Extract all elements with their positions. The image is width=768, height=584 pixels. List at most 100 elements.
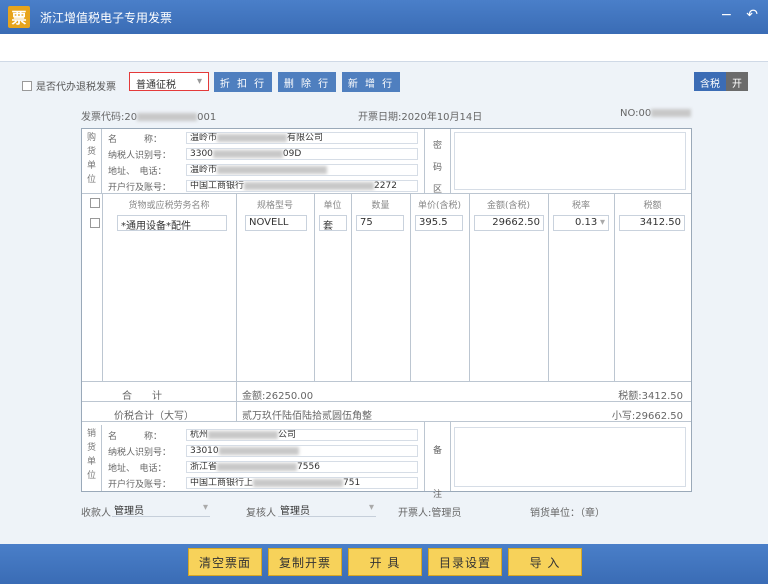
remarks-textarea[interactable]	[454, 427, 686, 487]
col-qty: 数量	[371, 201, 390, 211]
checkbox-icon[interactable]	[90, 198, 100, 208]
buyer-bank-a: 中国工商银行	[190, 181, 245, 191]
discount-row-button[interactable]: 折 扣 行	[214, 72, 272, 92]
item-price-input[interactable]: 395.5	[415, 215, 463, 231]
blank-band	[0, 34, 768, 62]
invoice-number: NO:00	[620, 108, 692, 119]
row-checkbox[interactable]	[90, 218, 100, 231]
redacted	[651, 109, 692, 117]
grand-total-small: 小写:29662.50	[611, 411, 683, 422]
col-unit: 单位	[323, 201, 342, 211]
buyer-bank-b: 2272	[374, 181, 397, 191]
cipher-area-label: 密 码 区	[433, 135, 442, 201]
app-title: 浙江增值税电子专用发票	[40, 10, 173, 25]
buyer-char: 单	[86, 161, 96, 171]
invoice-type-select[interactable]: 普通征税 ▾	[129, 72, 209, 91]
seller-char: 单	[86, 457, 96, 467]
seller-side-label: 销 货 单 位	[82, 425, 102, 491]
payee-label: 收款人	[81, 508, 111, 519]
buyer-taxid-b: 09D	[282, 149, 302, 159]
redacted	[253, 478, 344, 487]
total-amount: 金额:26250.00	[242, 391, 314, 402]
issue-button[interactable]: 开 具	[348, 548, 422, 576]
tax-included-label: 含税	[694, 72, 726, 91]
item-amount-input[interactable]: 29662.50	[474, 215, 544, 231]
grand-total-label: 价税合计（大写）	[114, 411, 194, 422]
seller-address-field[interactable]: 浙江省 7556	[186, 461, 418, 473]
delete-row-button[interactable]: 删 除 行	[278, 72, 336, 92]
proxy-refund-label: 是否代办退税发票	[36, 82, 116, 93]
back-icon[interactable]: ↶	[746, 7, 758, 23]
item-rate-select[interactable]: 0.13 ▾	[553, 215, 609, 231]
seller-unit-label: 销货单位：（章）	[530, 508, 605, 519]
col-rate: 税率	[571, 201, 590, 211]
issue-date: 开票日期:2020年10月14日	[358, 112, 483, 123]
invoice-number-label: NO:00	[620, 108, 652, 119]
chevron-down-icon: ▾	[196, 76, 202, 87]
seller-name-field[interactable]: 杭州 公司	[186, 429, 418, 441]
redacted	[217, 133, 288, 142]
buyer-char: 位	[86, 175, 96, 185]
buyer-taxid-field[interactable]: 3300 09D	[186, 148, 418, 160]
buyer-taxid-a: 3300	[190, 149, 213, 159]
buyer-name-b: 有限公司	[287, 133, 324, 143]
add-row-button[interactable]: 新 增 行	[342, 72, 400, 92]
buyer-address-field[interactable]: 温岭市	[186, 164, 418, 176]
redacted	[208, 430, 279, 439]
buyer-name-label: 名 称：	[108, 135, 163, 145]
select-all-checkbox[interactable]	[90, 198, 100, 211]
seller-taxid-a: 33010	[190, 446, 219, 456]
issuer-label: 开票人:管理员	[398, 508, 462, 519]
seller-char: 货	[86, 443, 96, 453]
cipher-area	[454, 132, 686, 190]
seller-char: 位	[86, 471, 96, 481]
seller-address-label: 地址、 电话：	[108, 464, 167, 474]
chevron-down-icon: ▾	[599, 217, 605, 228]
redacted	[212, 149, 283, 158]
buyer-char: 货	[86, 147, 96, 157]
item-rate-value: 0.13	[575, 217, 598, 228]
item-name-input[interactable]: *通用设备*配件	[117, 215, 227, 232]
seller-taxid-field[interactable]: 33010	[186, 445, 418, 457]
reviewer-value: 管理员	[280, 506, 310, 517]
item-unit-input[interactable]: 套	[319, 215, 347, 232]
copy-issue-button[interactable]: 复制开票	[268, 548, 342, 576]
payee-select[interactable]: 管理员 ▾	[112, 502, 210, 517]
proxy-refund-checkbox[interactable]: 是否代办退税发票	[22, 78, 116, 93]
buyer-taxid-label: 纳税人识别号：	[108, 151, 172, 161]
seller-bank-b: 751	[343, 478, 361, 488]
invoice-code-label: 发票代码:20	[81, 112, 138, 123]
catalog-settings-button[interactable]: 目录设置	[428, 548, 502, 576]
redacted	[218, 446, 299, 455]
seller-char: 销	[86, 429, 96, 439]
checkbox-icon[interactable]	[22, 80, 32, 91]
minimize-icon[interactable]: −	[721, 7, 733, 23]
buyer-address-a: 温岭市	[190, 165, 218, 175]
reviewer-select[interactable]: 管理员 ▾	[278, 502, 376, 517]
clear-button[interactable]: 清空票面	[188, 548, 262, 576]
item-spec-input[interactable]: NOVELL	[245, 215, 307, 231]
invoice-code-tail: 001	[197, 112, 217, 123]
seller-bank-field[interactable]: 中国工商银行上 751	[186, 477, 418, 489]
buyer-name-field[interactable]: 温岭市 有限公司	[186, 132, 418, 144]
tax-included-state[interactable]: 开	[726, 72, 748, 91]
invoice-type-value: 普通征税	[136, 80, 176, 91]
seller-bank-label: 开户行及账号：	[108, 480, 172, 490]
chevron-down-icon: ▾	[202, 502, 208, 513]
redacted	[244, 181, 375, 190]
buyer-bank-field[interactable]: 中国工商银行 2272	[186, 180, 418, 192]
cipher-char: 密	[433, 141, 443, 151]
seller-taxid-label: 纳税人识别号：	[108, 448, 172, 458]
checkbox-icon[interactable]	[90, 218, 100, 228]
tax-included-toggle[interactable]: 含税 开	[694, 72, 748, 91]
import-button[interactable]: 导 入	[508, 548, 582, 576]
total-tax: 税额:3412.50	[618, 391, 683, 402]
item-qty-input[interactable]: 75	[356, 215, 404, 231]
col-tax: 税额	[643, 201, 662, 211]
col-spec: 规格型号	[256, 201, 293, 211]
redacted	[217, 165, 328, 174]
invoice-form: 购 货 单 位 名 称： 温岭市 有限公司 纳税人识别号： 3300 09D 地址、…	[81, 128, 692, 500]
payee-value: 管理员	[114, 506, 144, 517]
grand-total-words: 贰万玖仟陆佰陆拾贰圆伍角整	[242, 411, 372, 422]
item-tax-input[interactable]: 3412.50	[619, 215, 685, 231]
